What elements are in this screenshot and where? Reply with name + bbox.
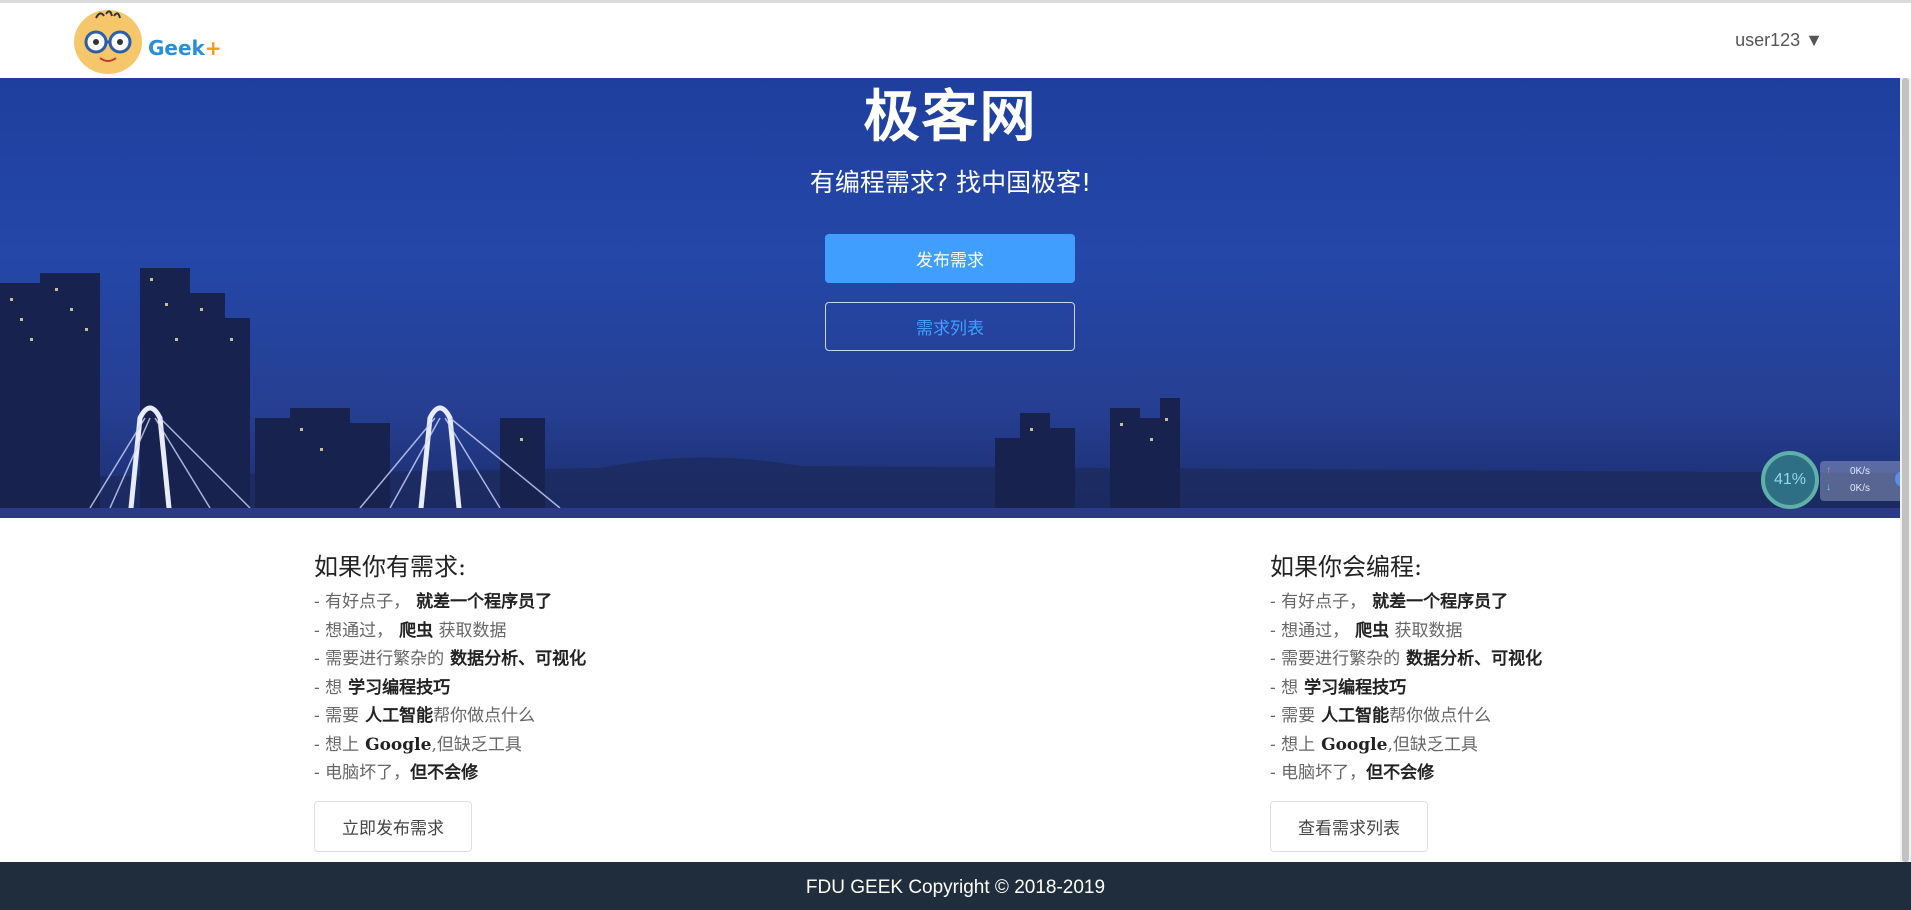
list-item: - 想 学习编程技巧	[1270, 677, 1407, 698]
list-item: - 需要进行繁杂的 数据分析、可视化	[1270, 649, 1543, 669]
list-item: - 需要 人工智能帮你做点什么	[1270, 706, 1492, 726]
list-item: - 电脑坏了，但不会修	[1270, 763, 1435, 783]
view-request-list-button[interactable]: 查看需求列表	[1270, 801, 1428, 852]
scrollbar-thumb[interactable]	[1902, 78, 1909, 862]
list-item: - 想通过， 爬虫 获取数据	[314, 620, 507, 641]
download-arrow-icon: ↓	[1826, 482, 1831, 493]
list-item: - 需要 人工智能帮你做点什么	[314, 706, 536, 726]
list-item: - 有好点子， 就差一个程序员了	[314, 592, 553, 612]
coder-list: - 有好点子， 就差一个程序员了 - 想通过， 爬虫 获取数据 - 需要进行繁杂…	[1270, 588, 1690, 788]
requester-list: - 有好点子， 就差一个程序员了 - 想通过， 爬虫 获取数据 - 需要进行繁杂…	[314, 588, 734, 788]
hero-title: 极客网	[863, 85, 1038, 150]
request-list-button[interactable]: 需求列表	[825, 302, 1075, 351]
hero-banner: 极客网 有编程需求? 找中国极客! 发布需求 需求列表	[0, 78, 1901, 518]
vertical-scrollbar[interactable]	[1900, 78, 1911, 862]
site-footer: FDU GEEK Copyright © 2018-2019	[0, 862, 1911, 910]
publish-now-button[interactable]: 立即发布需求	[314, 801, 472, 852]
list-item: - 想上 Google,但缺乏工具	[1270, 734, 1478, 755]
hero-subtitle: 有编程需求? 找中国极客!	[809, 168, 1092, 197]
site-logo[interactable]: Geek+	[74, 6, 224, 78]
list-item: - 需要进行繁杂的 数据分析、可视化	[314, 649, 587, 669]
list-item: - 有好点子， 就差一个程序员了	[1270, 592, 1509, 612]
publish-request-button[interactable]: 发布需求	[825, 234, 1075, 283]
upload-arrow-icon: ↑	[1826, 465, 1831, 476]
geek-mascot-icon	[74, 10, 142, 74]
site-header: Geek+ user123 ▼	[0, 3, 1911, 78]
list-item: - 想通过， 爬虫 获取数据	[1270, 620, 1463, 641]
user-dropdown[interactable]: user123 ▼	[1735, 30, 1823, 51]
speed-percent: 41%	[1761, 451, 1819, 509]
upload-speed: 0K/s	[1850, 466, 1871, 477]
download-speed: 0K/s	[1850, 483, 1871, 494]
logo-text: Geek+	[148, 36, 222, 60]
copyright-text: FDU GEEK Copyright © 2018-2019	[805, 877, 1106, 898]
list-item: - 电脑坏了，但不会修	[314, 763, 479, 783]
requester-section: 如果你有需求: - 有好点子， 就差一个程序员了 - 想通过， 爬虫 获取数据 …	[314, 547, 734, 788]
network-speed-widget[interactable]: 41% ↑ 0K/s ↓ 0K/s	[1760, 449, 1911, 511]
coder-section: 如果你会编程: - 有好点子， 就差一个程序员了 - 想通过， 爬虫 获取数据 …	[1270, 547, 1690, 788]
list-item: - 想 学习编程技巧	[314, 677, 451, 698]
requester-heading: 如果你有需求:	[314, 553, 467, 581]
list-item: - 想上 Google,但缺乏工具	[314, 734, 522, 755]
coder-heading: 如果你会编程:	[1270, 553, 1423, 581]
